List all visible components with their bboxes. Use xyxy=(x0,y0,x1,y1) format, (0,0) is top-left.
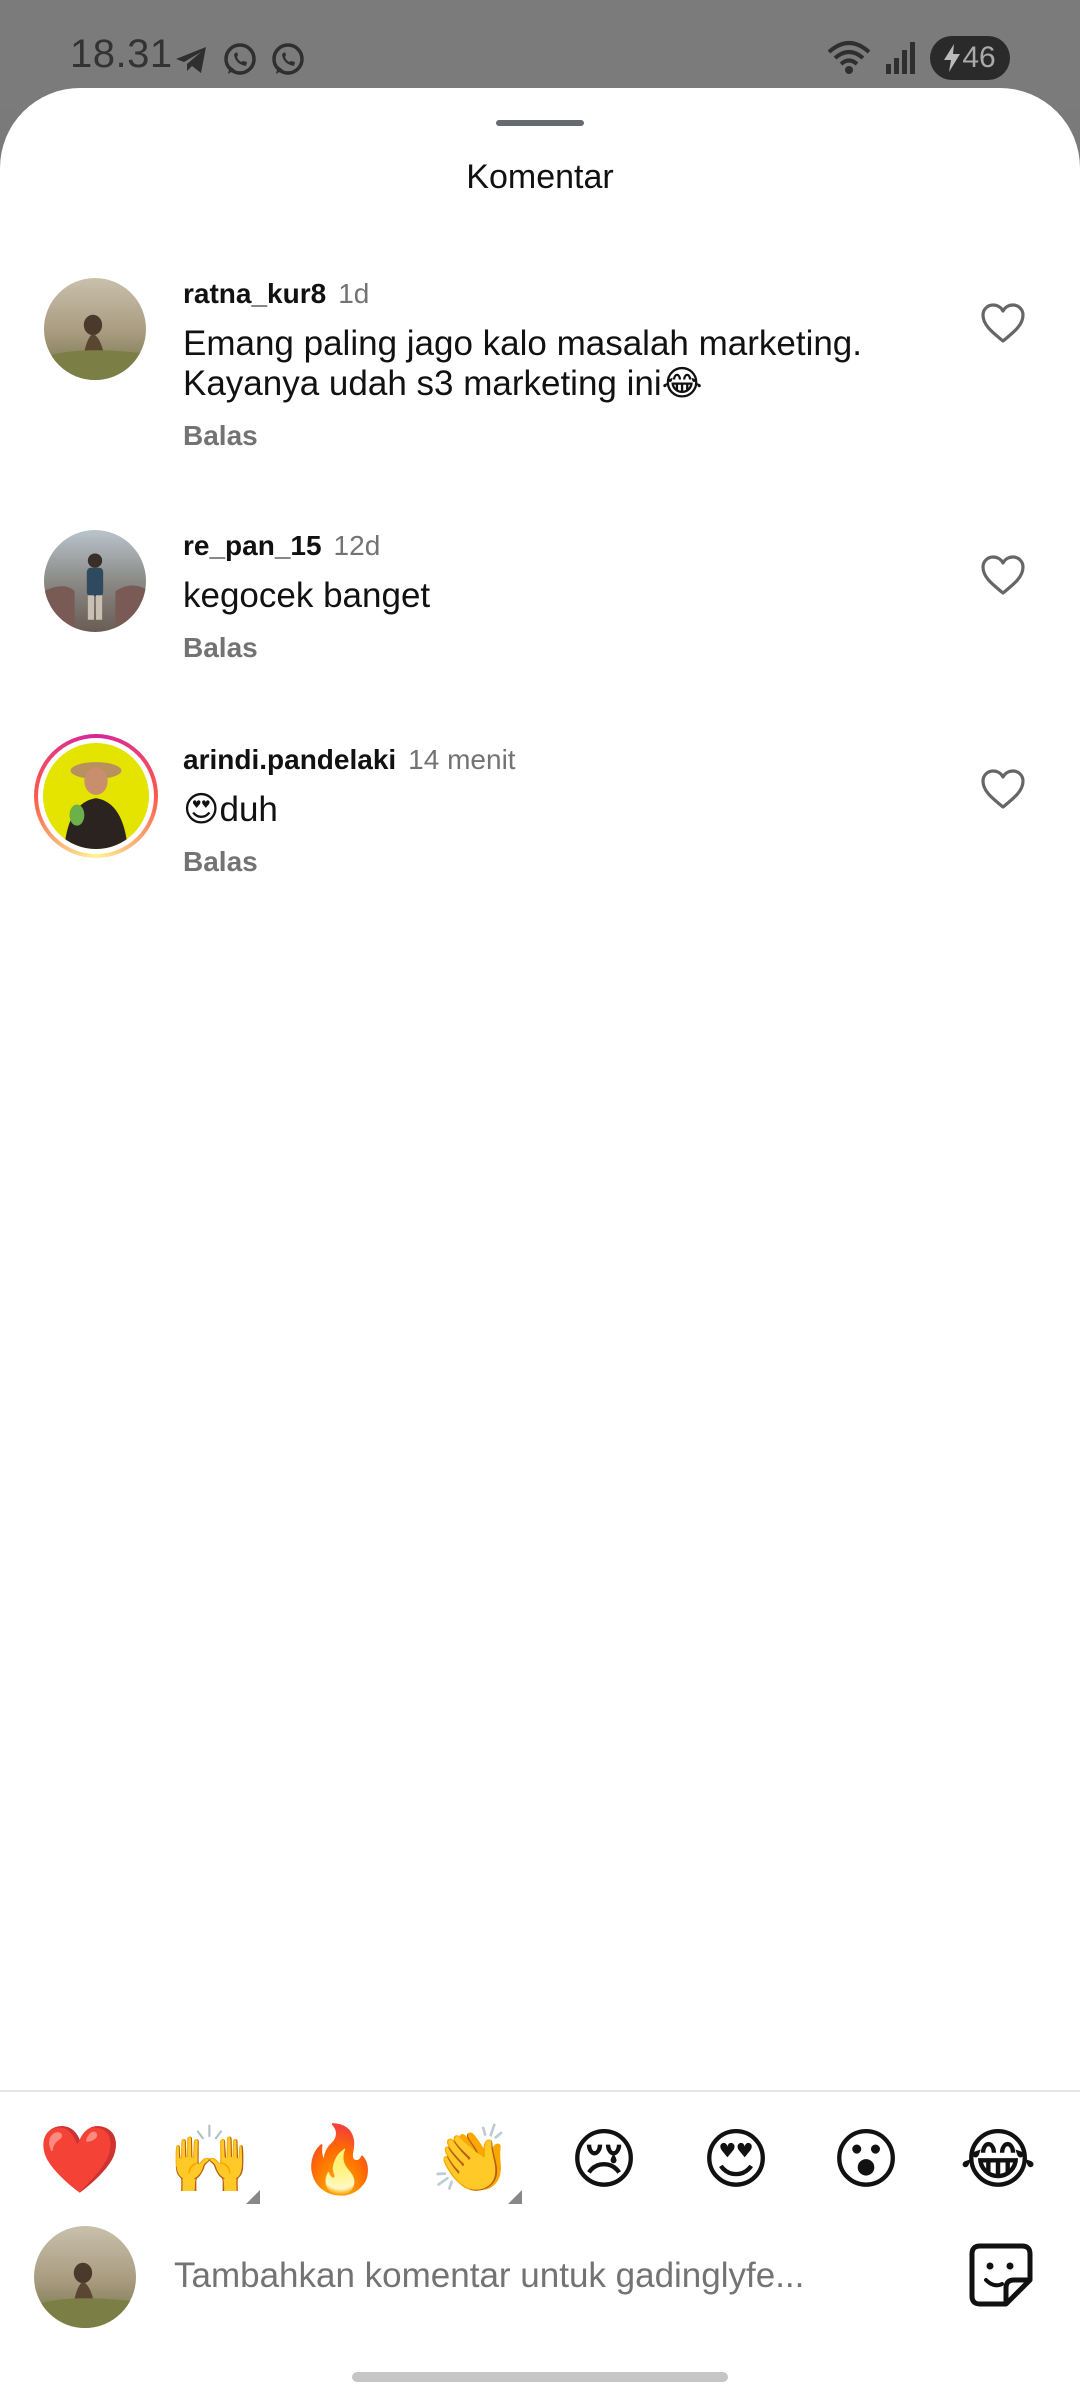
sheet-grabber[interactable] xyxy=(496,120,584,126)
comment-time: 12d xyxy=(333,530,381,561)
reply-button[interactable]: Balas xyxy=(183,420,923,452)
comment-meta: ratna_kur8 1d xyxy=(183,278,923,310)
charging-icon xyxy=(944,44,961,72)
signal-icon xyxy=(886,42,915,74)
my-avatar xyxy=(34,2226,136,2328)
reaction-heart-eyes[interactable]: 😍 xyxy=(694,2118,778,2202)
sheet-title: Komentar xyxy=(466,158,614,196)
status-notification-icons xyxy=(172,40,308,80)
comment-body: ratna_kur8 1d Emang paling jago kalo mas… xyxy=(183,278,923,452)
avatar-photo xyxy=(44,530,146,632)
story-ring[interactable] xyxy=(34,734,158,858)
comment-username[interactable]: arindi.pandelaki xyxy=(183,744,396,776)
comment-composer: Tambahkan komentar untuk gadinglyfe... xyxy=(0,2222,1080,2328)
comments-sheet: Komentar ratna_kur8 1d Emang paling jago… xyxy=(0,88,1080,2400)
comment-text: 😍duh xyxy=(183,790,923,830)
comment-text: Emang paling jago kalo masalah marketing… xyxy=(183,324,923,404)
reaction-clapping-hands[interactable]: 👏 xyxy=(430,2118,514,2202)
comment-text-line: kegocek banget xyxy=(183,576,431,615)
whatsapp-icon xyxy=(272,43,304,75)
battery-level: 46 xyxy=(962,41,996,74)
comment-time: 1d xyxy=(338,278,370,309)
comment-body: arindi.pandelaki 14 menit 😍duh Balas xyxy=(183,744,923,878)
comment-text-line: 😍duh xyxy=(183,790,278,829)
comment-text-line: Kayanya udah s3 marketing ini😂 xyxy=(183,364,703,403)
skin-tone-indicator xyxy=(246,2190,260,2204)
avatar[interactable] xyxy=(44,530,146,632)
avatar-photo xyxy=(43,743,149,849)
avatar[interactable] xyxy=(44,278,146,380)
comment-text-line: Emang paling jago kalo masalah marketing… xyxy=(183,324,862,363)
like-heart-icon[interactable] xyxy=(980,302,1026,344)
reaction-heart[interactable]: ❤️ xyxy=(38,2118,122,2202)
reply-button[interactable]: Balas xyxy=(183,632,923,664)
wifi-icon xyxy=(827,41,871,74)
reaction-surprised-face[interactable]: 😮 xyxy=(824,2118,908,2202)
reaction-laughing-face[interactable]: 😂 xyxy=(956,2118,1040,2202)
skin-tone-indicator xyxy=(508,2190,522,2204)
comment-text: kegocek banget xyxy=(183,576,923,616)
comment-username[interactable]: ratna_kur8 xyxy=(183,278,326,310)
avatar-photo xyxy=(34,2226,136,2328)
comment-meta: re_pan_15 12d xyxy=(183,530,923,562)
reaction-crying-face[interactable]: 😢 xyxy=(562,2118,646,2202)
telegram-icon xyxy=(176,47,206,73)
like-heart-icon[interactable] xyxy=(980,554,1026,596)
avatar xyxy=(38,738,154,854)
comment-input[interactable]: Tambahkan komentar untuk gadinglyfe... xyxy=(174,2248,814,2304)
status-indicators: 46 xyxy=(826,36,1010,80)
comment-meta: arindi.pandelaki 14 menit xyxy=(183,744,923,776)
like-heart-icon[interactable] xyxy=(980,768,1026,810)
quick-reactions-bar: ❤️ 🙌 🔥 👏 😢 😍 😮 😂 xyxy=(0,2118,1080,2204)
whatsapp-icon xyxy=(224,43,256,75)
reply-button[interactable]: Balas xyxy=(183,846,923,878)
comment-username[interactable]: re_pan_15 xyxy=(183,530,322,562)
avatar-image xyxy=(43,743,149,849)
avatar-photo xyxy=(44,278,146,380)
status-time: 18.31 xyxy=(70,32,173,76)
reaction-raising-hands[interactable]: 🙌 xyxy=(168,2118,252,2202)
composer-divider xyxy=(0,2090,1080,2092)
comment-time: 14 menit xyxy=(408,744,516,775)
reaction-fire[interactable]: 🔥 xyxy=(298,2118,382,2202)
battery-indicator: 46 xyxy=(930,36,1010,80)
home-indicator[interactable] xyxy=(352,2372,728,2382)
sticker-icon[interactable] xyxy=(966,2240,1036,2310)
comment-body: re_pan_15 12d kegocek banget Balas xyxy=(183,530,923,664)
